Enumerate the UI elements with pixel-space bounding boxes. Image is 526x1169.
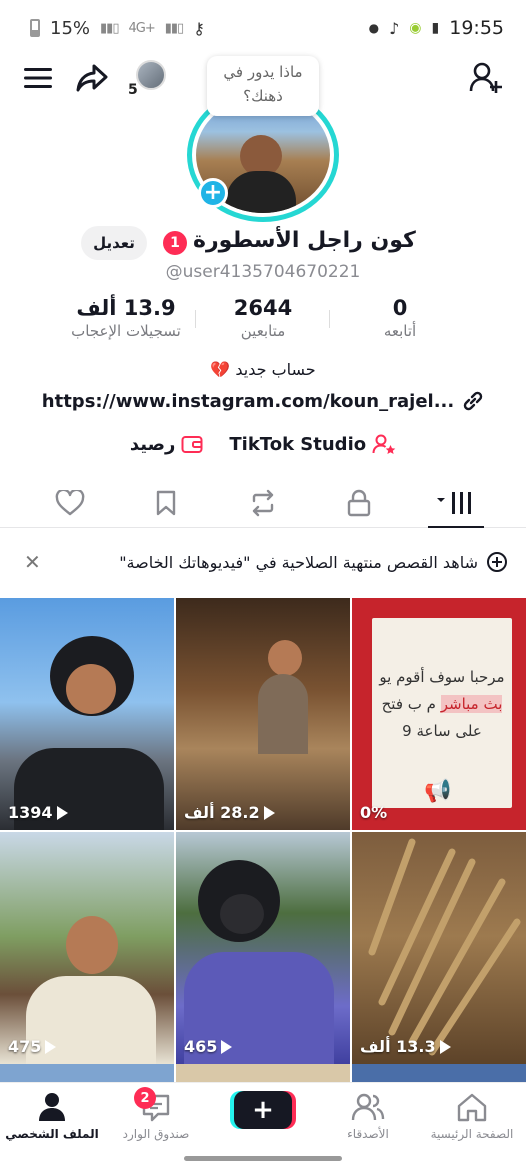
view-count: 1394 bbox=[8, 803, 68, 822]
home-icon bbox=[422, 1091, 522, 1123]
video-thumbnail[interactable] bbox=[0, 1064, 174, 1084]
nav-friends[interactable]: الأصدقاء bbox=[318, 1091, 418, 1141]
close-icon[interactable]: ✕ bbox=[24, 550, 44, 574]
status-bar: 15% ▮▮▯ 4G+ ▮▮▯ ⚷ ● ♪ ◉ ▮ 19:55 bbox=[0, 0, 526, 56]
username: @user4135704670221 bbox=[165, 262, 361, 282]
inbox-badge: 2 bbox=[134, 1087, 156, 1109]
menu-icon[interactable] bbox=[22, 62, 54, 94]
balance-button[interactable]: رصيد bbox=[130, 434, 204, 455]
bookmark-icon bbox=[156, 490, 176, 516]
link-icon bbox=[464, 391, 483, 411]
play-icon bbox=[45, 1039, 57, 1054]
view-count: 465 bbox=[184, 1037, 233, 1056]
view-count: 28.2 ألف bbox=[184, 803, 275, 822]
share-icon[interactable] bbox=[72, 58, 112, 98]
nav-inbox[interactable]: 2 صندوق الوارد bbox=[106, 1087, 206, 1141]
clock: 19:55 bbox=[449, 17, 504, 39]
video-thumbnail[interactable]: مرحبا سوف أقوم يو بث مباشر م ب فتح على س… bbox=[352, 598, 526, 830]
view-count: 13.3 ألف bbox=[360, 1037, 451, 1056]
view-count: 0% bbox=[360, 803, 388, 822]
expired-stories-banner[interactable]: ✕ شاهد القصص منتهية الصلاحية في "فيديوها… bbox=[0, 540, 526, 584]
add-story-button[interactable]: + bbox=[198, 178, 228, 208]
balance-label: رصيد bbox=[129, 433, 176, 455]
tiktok-notif-icon: ♪ bbox=[389, 18, 400, 38]
video-thumbnail[interactable]: 13.3 ألف bbox=[352, 832, 526, 1064]
signal-icon-2: ▮▮▯ bbox=[164, 20, 184, 36]
tools-row: رصيد TikTok Studio bbox=[0, 430, 526, 458]
story-thumbnail bbox=[136, 60, 166, 90]
view-count: 475 bbox=[8, 1037, 57, 1056]
active-tab-indicator bbox=[428, 526, 484, 528]
creator-star-icon bbox=[372, 434, 396, 454]
tab-reposts[interactable] bbox=[241, 486, 285, 520]
play-icon bbox=[56, 805, 68, 820]
profile-stats: 0 أتابعه 2644 متابعين 13.9 ألف تسجيلات ا… bbox=[0, 296, 526, 348]
story-plus-icon bbox=[487, 552, 507, 572]
tab-videos[interactable] bbox=[434, 486, 478, 520]
person-icon bbox=[2, 1091, 102, 1123]
nav-home[interactable]: الصفحة الرئيسية bbox=[422, 1091, 522, 1141]
play-icon bbox=[263, 805, 275, 820]
story-archive-button[interactable]: 5 bbox=[126, 60, 170, 98]
megaphone-icon: 📢 bbox=[424, 779, 452, 804]
tab-liked[interactable] bbox=[48, 486, 92, 520]
add-friend-icon[interactable] bbox=[466, 58, 506, 98]
nav-profile[interactable]: الملف الشخصي bbox=[2, 1091, 102, 1141]
tab-private[interactable] bbox=[337, 486, 381, 520]
inbox-icon: 2 bbox=[106, 1087, 206, 1123]
app-notif-icon: ◉ bbox=[409, 20, 422, 36]
home-indicator bbox=[184, 1156, 342, 1161]
key-icon: ⚷ bbox=[193, 18, 205, 38]
repost-icon bbox=[252, 489, 274, 517]
following-stat[interactable]: 0 أتابعه bbox=[320, 296, 480, 340]
create-button[interactable]: + bbox=[234, 1091, 292, 1129]
tiktok-studio-button[interactable]: TikTok Studio bbox=[229, 433, 396, 455]
video-thumbnail[interactable]: 28.2 ألف bbox=[176, 598, 350, 830]
likes-stat[interactable]: 13.9 ألف تسجيلات الإعجاب bbox=[46, 296, 206, 340]
banner-text: شاهد القصص منتهية الصلاحية في "فيديوهاتك… bbox=[119, 552, 478, 572]
bottom-nav: الملف الشخصي 2 صندوق الوارد + الأصدقاء ا… bbox=[0, 1082, 526, 1169]
grid-bars-icon bbox=[437, 492, 471, 514]
video-thumbnail[interactable]: 465 bbox=[176, 832, 350, 1064]
video-thumbnail[interactable]: 1394 bbox=[0, 598, 174, 830]
lock-icon bbox=[347, 489, 371, 517]
tab-favorites[interactable] bbox=[144, 486, 188, 520]
battery-saver-icon: ▮ bbox=[431, 20, 440, 36]
wallet-icon bbox=[181, 436, 203, 453]
followers-stat[interactable]: 2644 متابعين bbox=[183, 296, 343, 340]
edit-profile-button[interactable]: تعديل bbox=[81, 226, 147, 260]
heart-icon bbox=[55, 490, 85, 516]
notification-badge: 1 bbox=[163, 231, 187, 255]
video-thumbnail[interactable]: 475 bbox=[0, 832, 174, 1064]
tiktok-studio-label: TikTok Studio bbox=[229, 433, 367, 455]
battery-icon bbox=[30, 19, 40, 37]
video-grid-next-row bbox=[0, 1064, 526, 1084]
video-thumbnail[interactable] bbox=[352, 1064, 526, 1084]
bio-text: حساب جديد 💔 bbox=[210, 360, 316, 379]
video-grid: 1394 28.2 ألف مرحبا سوف أقوم يو بث مباشر… bbox=[0, 598, 526, 1064]
friends-icon bbox=[318, 1091, 418, 1123]
bio-link-text[interactable]: https://www.instagram.com/koun_rajel... bbox=[42, 391, 454, 412]
thought-bubble[interactable]: ماذا يدور في ذهنك؟ bbox=[207, 56, 319, 116]
story-count: 5 bbox=[128, 82, 138, 98]
dot-icon: ● bbox=[368, 21, 380, 35]
play-icon bbox=[221, 1039, 233, 1054]
network-type: 4G+ bbox=[128, 20, 155, 36]
bio-link[interactable]: https://www.instagram.com/koun_rajel... bbox=[0, 388, 526, 414]
content-tabs bbox=[0, 478, 526, 528]
profile-name-row: تعديل 1 كون راجل الأسطورة bbox=[0, 226, 526, 260]
play-icon bbox=[439, 1039, 451, 1054]
video-thumbnail[interactable] bbox=[176, 1064, 350, 1084]
signal-icon: ▮▮▯ bbox=[100, 20, 119, 36]
display-name: كون راجل الأسطورة bbox=[193, 228, 416, 253]
battery-percent: 15% bbox=[50, 17, 91, 39]
